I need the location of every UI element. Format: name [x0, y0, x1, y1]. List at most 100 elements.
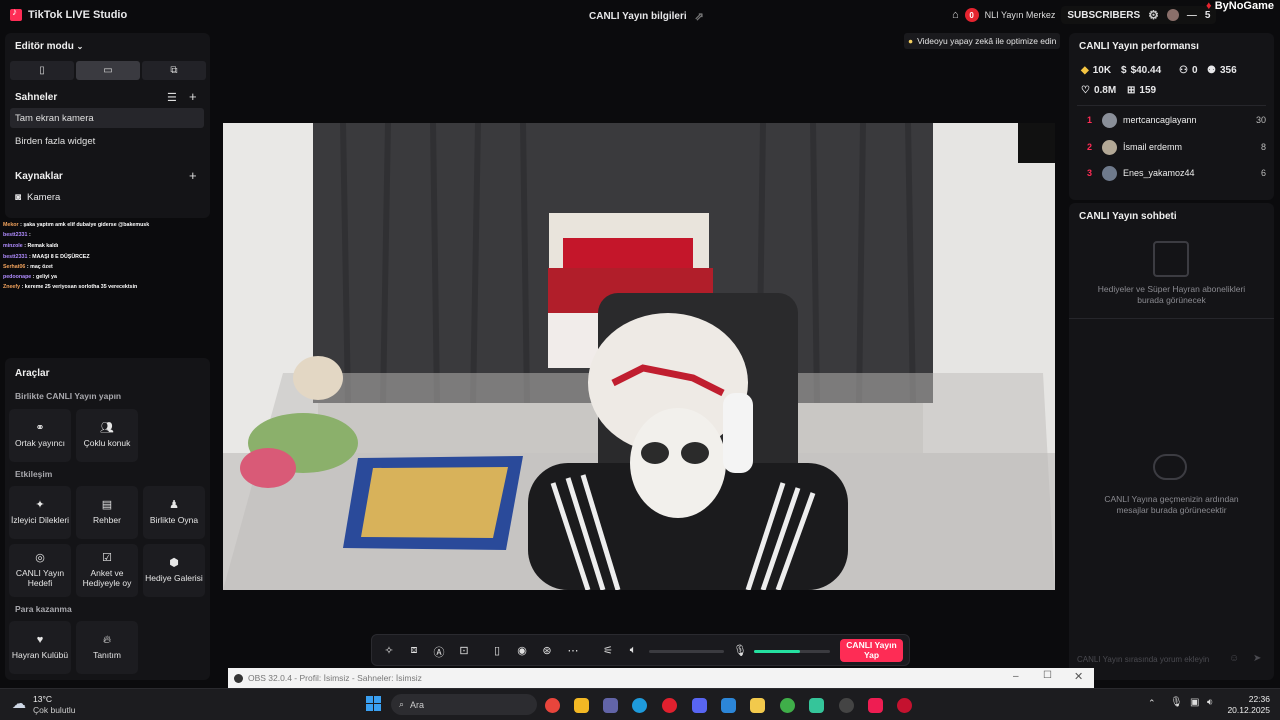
play-together-button[interactable]: ♟ Birlikte Oyna: [143, 486, 205, 539]
live-info-title[interactable]: CANLI Yayın bilgileri ⇗: [589, 10, 704, 23]
portrait-layout-button[interactable]: ▯: [10, 61, 74, 80]
chrome-icon[interactable]: [545, 698, 560, 713]
chat-msg: :: [28, 232, 31, 238]
landscape-layout-button[interactable]: ▭: [76, 61, 140, 80]
tiktok-icon[interactable]: [868, 698, 883, 713]
record-icon[interactable]: ◉: [515, 644, 529, 657]
scene-item-multi-widget[interactable]: Birden fazla widget: [10, 131, 204, 151]
live-center-label[interactable]: NLI Yayın Merkez: [985, 10, 1056, 20]
tool-label: Birlikte Oyna: [149, 514, 199, 525]
adjust-icon[interactable]: ⚟: [601, 644, 615, 657]
gift-box-icon: [1153, 241, 1189, 277]
home-icon[interactable]: ⌂: [952, 9, 959, 21]
store-icon[interactable]: [574, 698, 589, 713]
list-icon[interactable]: ☰: [167, 91, 177, 104]
maximize-icon[interactable]: ☐: [1043, 670, 1052, 681]
weather-icon[interactable]: ☁: [12, 695, 26, 712]
taskbar-search[interactable]: ⌕ Ara: [391, 694, 537, 715]
dual-screen-icon: ⧉: [170, 65, 178, 76]
weather-temp[interactable]: 13°C: [33, 694, 52, 704]
performance-title: CANLI Yayın performansı: [1079, 41, 1199, 52]
source-item-camera[interactable]: ◙ Kamera: [15, 192, 60, 203]
rank-score: 30: [1255, 115, 1266, 125]
tray-chevron-up-icon[interactable]: ⌃: [1148, 698, 1156, 709]
chat-user: Mekor: [3, 222, 19, 228]
teams-icon[interactable]: [603, 698, 618, 713]
magic-wand-icon[interactable]: ✧: [382, 644, 396, 657]
source-camera-label: Kamera: [27, 192, 61, 203]
tool-label: İzleyici Dilekleri: [10, 514, 70, 525]
phone-mirror-icon[interactable]: ▯: [490, 644, 504, 657]
tiktok-live-icon[interactable]: [897, 698, 912, 713]
comment-input[interactable]: CANLI Yayın sırasında yorum ekleyin: [1077, 655, 1227, 664]
chat-msg: : kereme 25 veriyosan sorlotha 35 verece…: [21, 284, 138, 290]
rank-user-name: mertcancaglayann: [1123, 115, 1197, 125]
obs-icon[interactable]: [839, 698, 854, 713]
file-explorer-icon[interactable]: [750, 698, 765, 713]
opera-icon[interactable]: [662, 698, 677, 713]
ai-optimize-button[interactable]: ● Videoyu yapay zekâ ile optimize edin: [904, 33, 1061, 49]
edge-icon[interactable]: [632, 698, 647, 713]
stream-control-bar: ✧ ⧈ Ⓐ ⊡ ▯ ◉ ⊛ ⋯ ⚟ 🔈︎ 🎙︎ CANLI Yayın Yap: [371, 634, 910, 666]
co-host-button[interactable]: ⚭ Ortak yayıncı: [9, 409, 71, 462]
speaker-icon[interactable]: 🔈︎: [626, 644, 640, 657]
clock-date[interactable]: 20.12.2025: [1222, 705, 1270, 715]
link-icon: ⚭: [35, 422, 45, 435]
add-scene-icon[interactable]: +: [189, 89, 197, 104]
promote-button[interactable]: 🔥︎ Tanıtım: [76, 621, 138, 674]
close-icon[interactable]: ✕: [1074, 670, 1083, 683]
weather-desc[interactable]: Çok bulutlu: [33, 705, 76, 715]
target-icon[interactable]: ⊛: [540, 644, 554, 657]
tools-title: Araçlar: [15, 368, 50, 379]
screen-icon[interactable]: ⊡: [457, 644, 471, 657]
dollar-icon: $: [1121, 65, 1127, 76]
emoji-icon[interactable]: ☺: [1229, 653, 1239, 664]
poll-gift-vote-button[interactable]: ☑ Anket ve Hediyeyle oy: [76, 544, 138, 597]
minimize-icon[interactable]: –: [1013, 671, 1019, 682]
dual-layout-button[interactable]: ⧉: [142, 61, 206, 80]
chat-user: bestt2331: [3, 254, 28, 260]
ranking-row[interactable]: 1 mertcancaglayann 30: [1069, 110, 1274, 130]
more-icon[interactable]: ⋯: [566, 644, 580, 657]
effects-icon[interactable]: ⧈: [407, 644, 421, 657]
multi-guest-button[interactable]: 👥︎ Çoklu konuk: [76, 409, 138, 462]
minimize-icon[interactable]: —: [1187, 10, 1197, 21]
clock-time[interactable]: 22:36: [1240, 694, 1270, 704]
microphone-icon[interactable]: 🎙︎: [733, 644, 747, 657]
live-goal-button[interactable]: ◎ CANLI Yayın Hedefi: [9, 544, 71, 597]
discord-icon[interactable]: [692, 698, 707, 713]
tray-volume-icon[interactable]: 🔉︎: [1207, 697, 1213, 708]
mic-slider[interactable]: [754, 650, 830, 653]
settings-gear-icon[interactable]: ⚙: [1148, 8, 1159, 22]
heart-icon: ♥: [36, 634, 44, 647]
chat-line: Zneefy : kereme 25 veriyosan sorlotha 35…: [3, 284, 137, 290]
search-placeholder: Ara: [410, 699, 425, 710]
send-icon[interactable]: ➤: [1253, 653, 1261, 664]
tray-network-icon[interactable]: ▣: [1190, 697, 1199, 708]
go-live-button[interactable]: CANLI Yayın Yap: [840, 639, 903, 662]
app-icon[interactable]: [809, 698, 824, 713]
camera-preview[interactable]: [223, 123, 1055, 590]
editor-mode-dropdown[interactable]: Editör modu ⌄: [15, 41, 83, 52]
heart-outline-icon: ♡: [1081, 85, 1090, 96]
scene-item-fullscreen-camera[interactable]: Tam ekran kamera: [10, 108, 204, 128]
share-icon[interactable]: ⇗: [695, 10, 704, 23]
viewer-requests-button[interactable]: ✦ İzleyici Dilekleri: [9, 486, 71, 539]
volume-slider[interactable]: [649, 650, 724, 653]
windows-start-icon[interactable]: [366, 696, 381, 711]
fan-club-button[interactable]: ♥ Hayran Kulübü: [9, 621, 71, 674]
gift-gallery-button[interactable]: ⬢ Hediye Galerisi: [143, 544, 205, 597]
ranking-row[interactable]: 2 İsmail erdemm 8: [1069, 137, 1274, 157]
notification-badge[interactable]: 0: [964, 8, 979, 22]
add-source-icon[interactable]: +: [189, 168, 197, 183]
tray-mic-icon[interactable]: 🎙︎: [1170, 697, 1183, 708]
mail-icon[interactable]: [721, 698, 736, 713]
tool-label: Rehber: [93, 514, 121, 525]
guide-button[interactable]: ▤ Rehber: [76, 486, 138, 539]
rank-user-name: İsmail erdemm: [1123, 142, 1183, 152]
avatar[interactable]: [1166, 9, 1179, 21]
chrome-active-icon[interactable]: [780, 698, 795, 713]
ai-icon[interactable]: Ⓐ: [432, 644, 446, 660]
ranking-row[interactable]: 3 Enes_yakamoz44 6: [1069, 163, 1274, 183]
obs-window-titlebar[interactable]: OBS 32.0.4 - Profil: İsimsiz - Sahneler:…: [228, 668, 1094, 688]
